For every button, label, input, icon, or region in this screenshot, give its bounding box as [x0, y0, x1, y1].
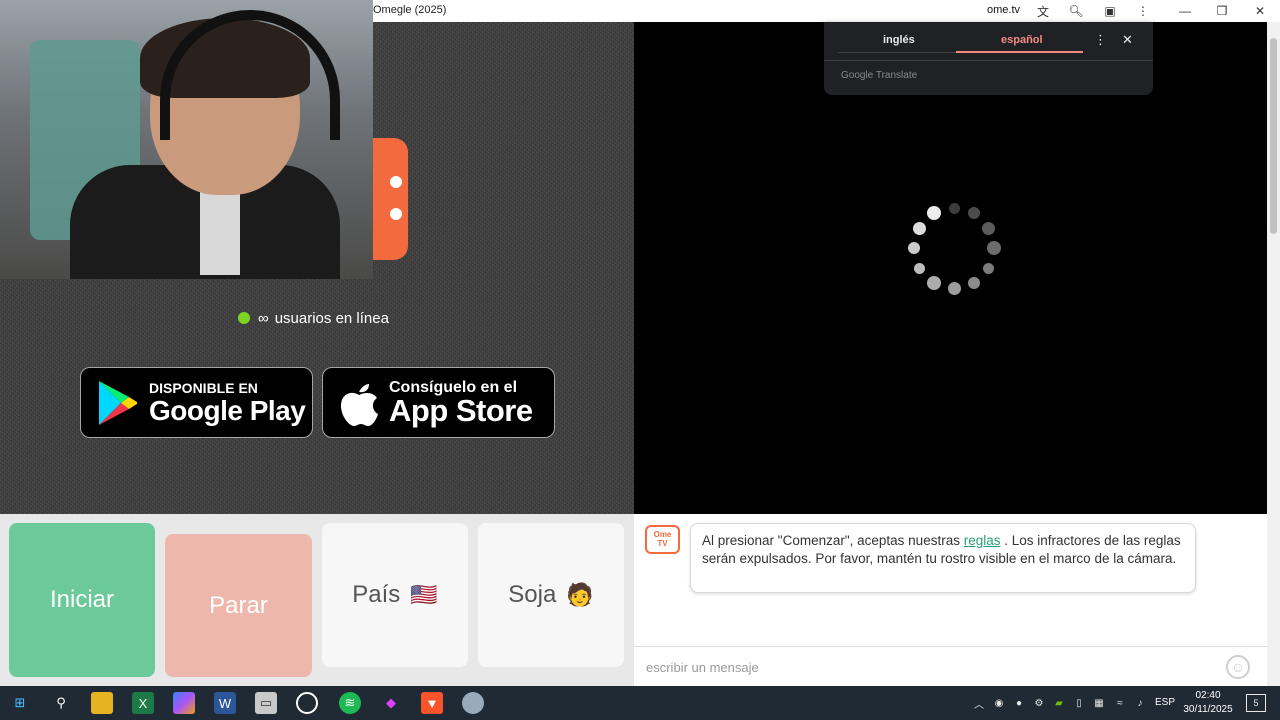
- stop-button-label: Parar: [209, 591, 268, 619]
- clock[interactable]: 02:40 30/11/2025: [1176, 689, 1240, 717]
- message-text-before: Al presionar "Comenzar", aceptas nuestra…: [702, 533, 960, 548]
- search-icon[interactable]: ⚲: [50, 692, 72, 714]
- toggle-dot-icon: [390, 176, 402, 188]
- country-button-label: País: [352, 581, 401, 608]
- maximize-button[interactable]: ❐: [1207, 2, 1237, 20]
- translate-close-icon[interactable]: ✕: [1122, 32, 1133, 48]
- active-tab-underline: [956, 51, 1083, 53]
- google-play-badge[interactable]: DISPONIBLE EN Google Play: [80, 367, 313, 438]
- apple-icon: [341, 383, 378, 426]
- app-icon-magenta[interactable]: ◆: [380, 692, 402, 714]
- toggle-dot-icon: [390, 208, 402, 220]
- app-icon-blue[interactable]: [462, 692, 484, 714]
- control-panel: Iniciar Parar País 🇺🇸 Soja 🧑: [0, 514, 634, 686]
- volume-icon[interactable]: ♪: [1133, 696, 1147, 710]
- online-users-indicator: ∞ usuarios en línea: [238, 308, 389, 328]
- person-emoji-icon: 🧑: [566, 582, 594, 607]
- google-play-big-text: Google Play: [149, 394, 306, 426]
- spinner-dot: [927, 206, 941, 221]
- spinner-dot: [968, 207, 980, 220]
- discord-icon[interactable]: ◉: [992, 696, 1006, 710]
- message-input[interactable]: [644, 655, 1208, 679]
- gender-button-label: Soja: [508, 581, 557, 608]
- app-store-big-text: App Store: [389, 392, 533, 428]
- spinner-dot: [912, 221, 926, 235]
- tray-expand-icon[interactable]: ︿: [972, 696, 986, 711]
- online-count: ∞: [258, 309, 269, 327]
- spinner-dot: [947, 281, 961, 295]
- message-input-bar: ☺: [634, 646, 1267, 687]
- wifi-icon[interactable]: ≈: [1113, 696, 1127, 710]
- site-domain[interactable]: ome.tv: [987, 4, 1020, 16]
- window-title: Omegle (2025): [373, 4, 447, 16]
- zoom-icon[interactable]: 🔍︎: [1068, 3, 1084, 19]
- translate-popup: inglés español ⋮ ✕ Google Translate: [824, 22, 1153, 95]
- steam-icon[interactable]: ⚙: [1032, 696, 1046, 710]
- system-message-bubble: Al presionar "Comenzar", aceptas nuestra…: [690, 523, 1196, 593]
- online-status-dot: [238, 312, 250, 324]
- brave-icon[interactable]: ▼: [421, 692, 443, 714]
- us-flag-icon: 🇺🇸: [410, 582, 438, 607]
- translate-menu-icon[interactable]: ⋮: [1094, 32, 1107, 48]
- gender-button[interactable]: Soja 🧑: [478, 523, 624, 667]
- google-play-small-text: DISPONIBLE EN: [149, 379, 258, 396]
- excel-icon[interactable]: X: [132, 692, 154, 714]
- app-store-badge[interactable]: Consíguelo en el App Store: [322, 367, 555, 438]
- windows-taskbar: ⊞ ⚲ X W ▭ ≋ ◆ ▼ ︿ ◉ ● ⚙ ▰ ▯ ▦ ≈ ♪ ESP 02…: [0, 686, 1280, 720]
- browser-title-bar: Omegle (2025) ome.tv 文 🔍︎ ▣ ⋮ — ❐ ✕: [373, 0, 1280, 23]
- microphone-icon[interactable]: ●: [1012, 696, 1026, 710]
- tray-app-icon[interactable]: ▦: [1092, 696, 1106, 710]
- spinner-dot: [987, 241, 1001, 255]
- ometv-logo-icon: Ome TV: [645, 525, 680, 554]
- country-button[interactable]: País 🇺🇸: [322, 523, 468, 667]
- app-icon[interactable]: ▭: [255, 692, 277, 714]
- spinner-dot: [913, 262, 925, 274]
- file-explorer-icon[interactable]: [91, 692, 113, 714]
- start-button[interactable]: Iniciar: [9, 523, 155, 677]
- clock-date: 30/11/2025: [1183, 704, 1233, 715]
- spinner-dot: [968, 276, 980, 289]
- side-toggle-tab[interactable]: [373, 138, 408, 260]
- google-play-icon: [99, 380, 137, 425]
- extensions-icon[interactable]: ▣: [1102, 3, 1118, 19]
- spinner-dot: [948, 202, 960, 214]
- input-language[interactable]: ESP: [1155, 697, 1175, 708]
- spinner-dot: [908, 242, 920, 254]
- self-webcam-view: [0, 0, 373, 279]
- copilot-icon[interactable]: [173, 692, 195, 714]
- translate-icon[interactable]: 文: [1035, 3, 1051, 19]
- spinner-dot: [927, 275, 941, 290]
- rules-link[interactable]: reglas: [964, 533, 1001, 548]
- remote-video-panel: [634, 22, 1267, 514]
- translate-tab-target[interactable]: español: [1001, 34, 1043, 46]
- word-icon[interactable]: W: [214, 692, 236, 714]
- spotify-icon[interactable]: ≋: [339, 692, 361, 714]
- nvidia-icon[interactable]: ▰: [1052, 696, 1066, 710]
- menu-dots-icon[interactable]: ⋮: [1135, 3, 1151, 19]
- spinner-dot: [982, 221, 996, 235]
- minimize-button[interactable]: —: [1170, 2, 1200, 20]
- usb-icon[interactable]: ▯: [1072, 696, 1086, 710]
- stop-button[interactable]: Parar: [165, 534, 312, 677]
- online-label: usuarios en línea: [274, 309, 389, 327]
- clock-time: 02:40: [1195, 690, 1221, 701]
- spinner-dot: [983, 262, 995, 274]
- obs-icon[interactable]: [296, 692, 318, 714]
- start-button-label: Iniciar: [49, 586, 115, 613]
- scrollbar-thumb[interactable]: [1270, 38, 1277, 234]
- page-scrollbar[interactable]: [1267, 22, 1280, 686]
- windows-start-icon[interactable]: ⊞: [9, 692, 31, 714]
- close-window-button[interactable]: ✕: [1245, 2, 1275, 20]
- chat-panel: Ome TV Al presionar "Comenzar", aceptas …: [634, 514, 1267, 687]
- loading-spinner-icon: [904, 198, 1004, 298]
- translate-tab-source[interactable]: inglés: [883, 34, 915, 46]
- google-translate-label: Google Translate: [841, 70, 918, 81]
- notifications-icon[interactable]: 5: [1246, 694, 1266, 712]
- emoji-smiley-icon[interactable]: ☺: [1226, 655, 1250, 679]
